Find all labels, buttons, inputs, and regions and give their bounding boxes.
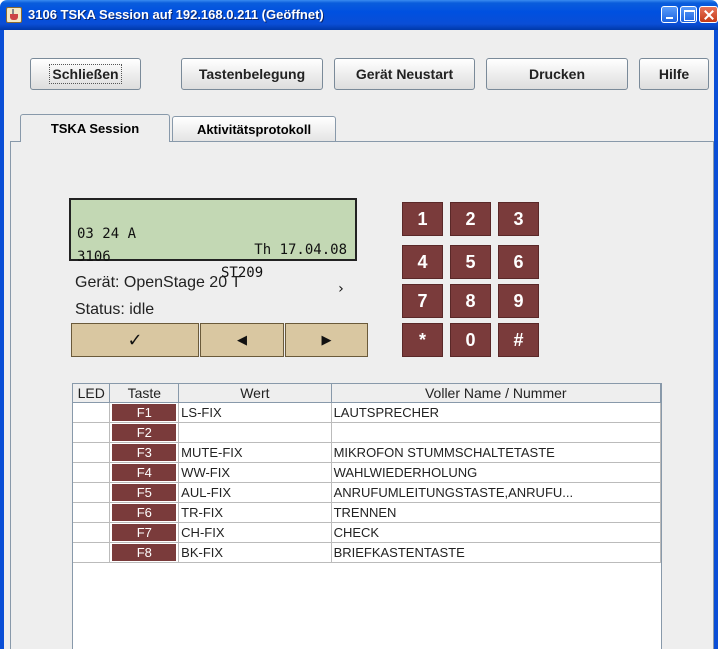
value-cell: [178, 422, 332, 443]
key-cell: F6: [109, 502, 180, 523]
key-star[interactable]: *: [402, 323, 443, 357]
java-cup-icon: [6, 7, 22, 23]
column-header-value[interactable]: Wert: [178, 384, 332, 403]
table-row[interactable]: F6 TR-FIX TRENNEN: [73, 502, 662, 523]
window-title: 3106 TSKA Session auf 192.168.0.211 (Geö…: [28, 7, 324, 22]
tab-tska-session[interactable]: TSKA Session: [20, 114, 170, 142]
key-4[interactable]: 4: [402, 245, 443, 279]
table-row[interactable]: F3 MUTE-FIX MIKROFON STUMMSCHALTETASTE: [73, 442, 662, 463]
led-cell: [73, 502, 111, 523]
tab-activity-log[interactable]: Aktivitätsprotokoll: [172, 116, 336, 142]
key-cell: F2: [109, 422, 180, 443]
print-label: Drucken: [528, 66, 586, 82]
function-key-badge[interactable]: F3: [112, 443, 177, 461]
function-key-badge[interactable]: F4: [112, 463, 177, 481]
name-cell: MIKROFON STUMMSCHALTETASTE: [331, 442, 662, 463]
led-cell: [73, 542, 111, 563]
arrow-right-icon: ▶: [321, 332, 332, 347]
value-cell: LS-FIX: [178, 402, 332, 423]
value-cell: TR-FIX: [178, 502, 332, 523]
key-cell: F5: [109, 482, 180, 503]
tab-tska-session-label: TSKA Session: [50, 121, 140, 136]
led-cell: [73, 402, 111, 423]
function-key-badge[interactable]: F2: [112, 423, 177, 441]
table-row[interactable]: F5 AUL-FIX ANRUFUMLEITUNGSTASTE,ANRUFU..…: [73, 482, 662, 503]
restart-device-label: Gerät Neustart: [355, 66, 454, 82]
close-session-button[interactable]: Schließen: [30, 58, 141, 90]
phone-display: 03 24 A Th 17.04.08 3106 ST209 ›: [69, 198, 357, 297]
device-model: Gerät: OpenStage 20 T: [75, 274, 242, 291]
column-header-full-name[interactable]: Voller Name / Nummer: [331, 384, 662, 403]
close-session-label: Schließen: [49, 64, 122, 84]
key-8[interactable]: 8: [450, 284, 491, 318]
table-row[interactable]: F7 CH-FIX CHECK: [73, 522, 662, 543]
key-cell: F4: [109, 462, 180, 483]
function-key-badge[interactable]: F6: [112, 503, 177, 521]
key-cell: F3: [109, 442, 180, 463]
checkmark-icon: ✓: [127, 329, 143, 350]
key-assignment-table: LED Taste Wert Voller Name / Nummer F1 L…: [72, 383, 662, 649]
function-key-badge[interactable]: F5: [112, 483, 177, 501]
key-cell: F7: [109, 522, 180, 543]
name-cell: WAHLWIEDERHOLUNG: [331, 462, 662, 483]
table-header-row: LED Taste Wert Voller Name / Nummer: [73, 384, 662, 403]
key-6[interactable]: 6: [498, 245, 539, 279]
window-border-right: [714, 30, 718, 649]
keymap-label: Tastenbelegung: [198, 66, 306, 82]
value-cell: WW-FIX: [178, 462, 332, 483]
name-cell: [331, 422, 662, 443]
table-row[interactable]: F1 LS-FIX LAUTSPRECHER: [73, 402, 662, 423]
name-cell: BRIEFKASTENTASTE: [331, 542, 662, 563]
key-5[interactable]: 5: [450, 245, 491, 279]
display-line-2-arrow: ›: [336, 281, 345, 297]
key-2[interactable]: 2: [450, 202, 491, 236]
print-button[interactable]: Drucken: [486, 58, 628, 90]
function-key-badge[interactable]: F7: [112, 523, 177, 541]
ok-button[interactable]: ✓: [71, 323, 199, 357]
name-cell: LAUTSPRECHER: [331, 402, 662, 423]
value-cell: AUL-FIX: [178, 482, 332, 503]
minimize-icon[interactable]: [661, 6, 678, 23]
led-cell: [73, 482, 111, 503]
help-button[interactable]: Hilfe: [639, 58, 709, 90]
table-row[interactable]: F2: [73, 422, 662, 443]
keymap-button[interactable]: Tastenbelegung: [181, 58, 323, 90]
led-cell: [73, 522, 111, 543]
value-cell: MUTE-FIX: [178, 442, 332, 463]
table-row[interactable]: F8 BK-FIX BRIEFKASTENTASTE: [73, 542, 662, 563]
display-line-2-left: 3106: [77, 249, 111, 265]
help-label: Hilfe: [658, 66, 690, 82]
tab-activity-log-label: Aktivitätsprotokoll: [196, 122, 312, 137]
key-7[interactable]: 7: [402, 284, 443, 318]
key-1[interactable]: 1: [402, 202, 443, 236]
name-cell: ANRUFUMLEITUNGSTASTE,ANRUFU...: [331, 482, 662, 503]
value-cell: CH-FIX: [178, 522, 332, 543]
led-cell: [73, 462, 111, 483]
column-header-led[interactable]: LED: [73, 384, 111, 403]
led-cell: [73, 422, 111, 443]
key-cell: F8: [109, 542, 180, 563]
value-cell: BK-FIX: [178, 542, 332, 563]
nav-right-button[interactable]: ▶: [285, 323, 368, 357]
close-icon[interactable]: [699, 6, 718, 23]
name-cell: CHECK: [331, 522, 662, 543]
name-cell: TRENNEN: [331, 502, 662, 523]
key-3[interactable]: 3: [498, 202, 539, 236]
function-key-badge[interactable]: F1: [112, 403, 177, 421]
column-header-key[interactable]: Taste: [109, 384, 180, 403]
maximize-icon[interactable]: [680, 6, 697, 23]
device-status: Status: idle: [75, 301, 155, 318]
key-0[interactable]: 0: [450, 323, 491, 357]
function-key-badge[interactable]: F8: [112, 543, 177, 561]
title-bar[interactable]: 3106 TSKA Session auf 192.168.0.211 (Geö…: [0, 0, 718, 30]
nav-left-button[interactable]: ◀: [200, 323, 284, 357]
key-9[interactable]: 9: [498, 284, 539, 318]
arrow-left-icon: ◀: [237, 332, 247, 347]
led-cell: [73, 442, 111, 463]
window-content: Schließen Tastenbelegung Gerät Neustart …: [4, 30, 714, 649]
key-hash[interactable]: #: [498, 323, 539, 357]
restart-device-button[interactable]: Gerät Neustart: [334, 58, 475, 90]
key-cell: F1: [109, 402, 180, 423]
table-row[interactable]: F4 WW-FIX WAHLWIEDERHOLUNG: [73, 462, 662, 483]
